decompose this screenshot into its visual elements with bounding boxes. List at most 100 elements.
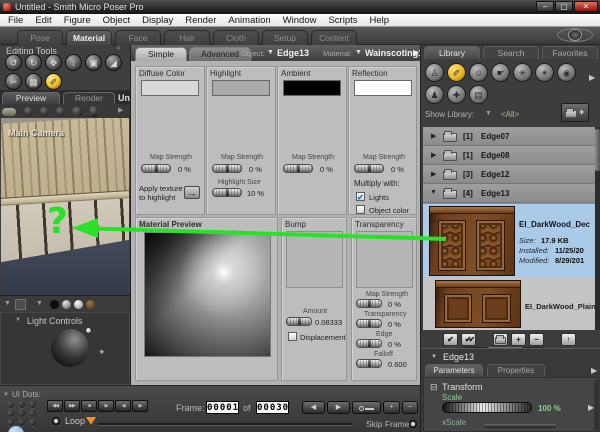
ui-dot[interactable]	[18, 401, 25, 408]
add-keyframe-button[interactable]: +	[383, 401, 400, 414]
collapse-arrow-icon[interactable]: ▼	[431, 354, 437, 360]
apply-all-button[interactable]: ✔✔	[461, 333, 476, 346]
menu-display[interactable]: Display	[136, 15, 179, 26]
tab-properties[interactable]: Properties	[487, 364, 545, 377]
darkwood-dec-thumbnail[interactable]	[429, 206, 515, 276]
ambient-map-strength-slider[interactable]	[283, 164, 313, 173]
display-style-silhouette-icon[interactable]	[50, 300, 59, 309]
ui-dot[interactable]	[7, 401, 14, 408]
tab-cloth[interactable]: Cloth	[213, 30, 259, 45]
falloff-slider[interactable]	[356, 359, 382, 368]
transparency-slider[interactable]	[356, 319, 382, 328]
maximize-button[interactable]: ▢	[555, 1, 573, 12]
ui-dot-active[interactable]	[8, 426, 24, 432]
library-category-props-button[interactable]: ✚	[447, 85, 466, 104]
expander-icon[interactable]: ▶	[431, 151, 436, 159]
material-next-arrow-icon[interactable]: ▶	[413, 48, 419, 57]
library-category-hair-button[interactable]: ✳	[513, 63, 532, 82]
remove-item-button[interactable]: −	[529, 333, 544, 346]
title-bar[interactable]: Untitled - Smith Micro Poser Pro	[0, 0, 600, 14]
object-dropdown-icon[interactable]: ▼	[267, 49, 274, 56]
play-button[interactable]: ▶	[98, 400, 114, 412]
bump-map-swatch[interactable]	[286, 231, 343, 288]
display-style-smooth-shaded-icon[interactable]	[74, 300, 83, 309]
transform-group-label[interactable]: Transform	[442, 382, 483, 392]
collapse-group-icon[interactable]: ⊟	[430, 382, 438, 393]
reflection-color-swatch[interactable]	[354, 80, 412, 96]
material-preview-image[interactable]	[144, 232, 271, 357]
main-camera-viewport[interactable]: Main Camera	[1, 118, 129, 295]
darkwood-plain-thumbnail[interactable]	[435, 280, 521, 328]
tab-preview[interactable]: Preview	[2, 92, 60, 104]
open-folder-button[interactable]	[493, 333, 508, 346]
transparency-map-swatch[interactable]	[356, 231, 413, 288]
diffuse-color-swatch[interactable]	[141, 80, 199, 96]
xscale-dial[interactable]	[484, 424, 556, 428]
menu-scripts[interactable]: Scripts	[322, 15, 363, 26]
camera-knob-icon[interactable]	[24, 107, 33, 116]
twist-tool-button[interactable]: ↻	[25, 54, 42, 71]
tab-library[interactable]: Library	[424, 46, 480, 59]
add-library-button[interactable]: +	[561, 103, 589, 122]
menu-animation[interactable]: Animation	[222, 15, 276, 26]
library-category-cameras-button[interactable]: ◉	[557, 63, 576, 82]
expander-icon[interactable]: ▶	[431, 170, 436, 178]
library-category-figures-button[interactable]: ♙	[425, 63, 444, 82]
move-up-button[interactable]: ↑	[561, 333, 576, 346]
tab-content[interactable]: Content	[311, 30, 357, 45]
highlight-color-swatch[interactable]	[212, 80, 270, 96]
library-folder-edge07[interactable]: ▶ [1] Edge07	[423, 127, 595, 146]
color-tool-button[interactable]: ✐	[45, 73, 62, 90]
timeline-position-marker[interactable]	[86, 417, 96, 425]
skip-frames-radio[interactable]	[409, 420, 417, 428]
next-frame-button[interactable]: ▶	[132, 400, 148, 412]
ambient-color-swatch[interactable]	[283, 80, 341, 96]
frame-total-field[interactable]: 00030	[256, 401, 289, 414]
light-control-ball[interactable]	[51, 329, 89, 367]
params-more-arrow-icon[interactable]: ▶	[591, 366, 597, 375]
camera-more-arrow-icon[interactable]: ▶	[118, 106, 123, 114]
frame-current-field[interactable]: 00001	[206, 401, 239, 414]
camera-plane-icon[interactable]	[72, 107, 83, 116]
show-library-value[interactable]: <All>	[501, 110, 519, 119]
menu-render[interactable]: Render	[179, 15, 222, 26]
menu-object[interactable]: Object	[97, 15, 136, 26]
last-frame-button[interactable]: ▶▶	[64, 400, 80, 412]
tab-face[interactable]: Face	[115, 30, 161, 45]
close-button[interactable]: ✕	[574, 1, 598, 12]
first-frame-button[interactable]: ◀◀	[47, 400, 63, 412]
light-sparkle-icon[interactable]: ✦	[98, 347, 106, 358]
transparency-map-strength-slider[interactable]	[356, 299, 382, 308]
camera-dolly-icon[interactable]	[90, 106, 97, 117]
expander-icon[interactable]: ▶	[431, 132, 436, 140]
loop-radio[interactable]	[52, 417, 60, 425]
reflection-map-strength-slider[interactable]	[354, 164, 384, 173]
next-keyframe-button[interactable]: ▶	[327, 401, 350, 414]
light-indicator-dot[interactable]	[85, 327, 92, 334]
library-item-darkwood-plain[interactable]: EI_DarkWood_Plain	[423, 278, 595, 330]
library-category-poses-button[interactable]: ♟	[425, 85, 444, 104]
library-category-face-button[interactable]: ☺	[469, 63, 488, 82]
highlight-size-slider[interactable]	[212, 188, 242, 197]
object-color-checkbox[interactable]	[356, 205, 365, 214]
menu-figure[interactable]: Figure	[58, 15, 97, 26]
rotate-tool-button[interactable]: ↺	[5, 54, 22, 71]
ui-dot[interactable]	[18, 419, 25, 426]
diffuse-map-strength-slider[interactable]	[141, 164, 171, 173]
menu-window[interactable]: Window	[277, 15, 323, 26]
library-more-arrow-icon[interactable]: ▶	[589, 73, 595, 82]
ui-dot[interactable]	[29, 419, 36, 426]
dropdown-icon[interactable]: ▼	[36, 300, 43, 307]
collapse-arrow-icon[interactable]: ▼	[15, 317, 21, 323]
dropdown-icon[interactable]: ▼	[4, 300, 11, 307]
menu-help[interactable]: Help	[364, 15, 396, 26]
params-scrollbar[interactable]	[594, 380, 598, 430]
show-library-dropdown-icon[interactable]: ▼	[485, 110, 492, 117]
delete-keyframe-button[interactable]: −	[402, 401, 418, 414]
ui-dot[interactable]	[29, 401, 36, 408]
menu-file[interactable]: File	[2, 15, 29, 26]
library-scrollbar[interactable]	[595, 127, 600, 330]
grouping-tool-button[interactable]: ▦	[25, 73, 42, 90]
display-style-lit-wireframe-icon[interactable]	[62, 300, 71, 309]
object-value[interactable]: Edge13	[277, 48, 309, 58]
